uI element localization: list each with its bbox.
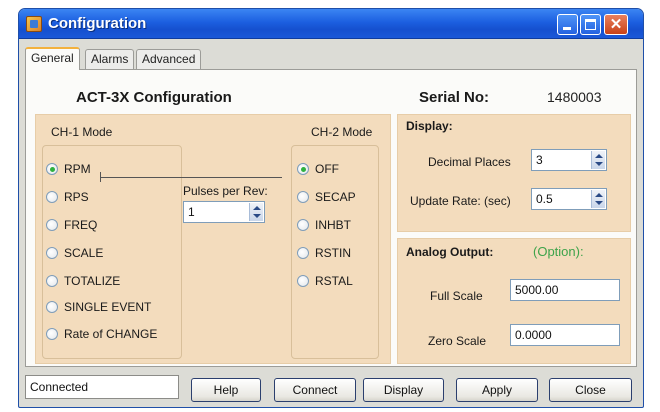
spin-up-icon [253, 206, 261, 210]
pulses-per-rev-value: 1 [188, 205, 195, 219]
option-note: (Option): [533, 244, 584, 259]
radio-icon [46, 275, 58, 287]
window-title: Configuration [48, 15, 147, 32]
ch1-radio-totalize[interactable]: TOTALIZE [46, 273, 120, 289]
ch1-radio-scale[interactable]: SCALE [46, 245, 103, 261]
ch2-radio-secap[interactable]: SECAP [297, 189, 356, 205]
radio-icon [46, 191, 58, 203]
radio-icon [297, 247, 309, 259]
analog-output-heading: Analog Output: [406, 245, 494, 259]
ch1-radio-rpm[interactable]: RPM [46, 161, 91, 177]
ch2-radio-off[interactable]: OFF [297, 161, 339, 177]
tab-alarms[interactable]: Alarms [85, 49, 135, 69]
full-scale-input[interactable]: 5000.00 [510, 279, 620, 301]
display-button[interactable]: Display [363, 378, 444, 402]
spin-up-icon [595, 193, 603, 197]
channel-mode-group: CH-1 Mode CH-2 Mode RPM RPS FREQ SCALE T… [35, 114, 391, 364]
radio-icon [297, 275, 309, 287]
serial-value: 1480003 [547, 89, 602, 105]
ch1-radio-single-event[interactable]: SINGLE EVENT [46, 299, 151, 315]
ch2-radio-rstin[interactable]: RSTIN [297, 245, 351, 261]
analog-output-group: Analog Output: (Option): Full Scale 5000… [397, 238, 631, 364]
apply-button[interactable]: Apply [456, 378, 538, 402]
pulses-per-rev-stepper[interactable]: 1 [183, 201, 265, 223]
maximize-button[interactable] [580, 14, 601, 35]
spin-down-icon [595, 201, 603, 205]
serial-label: Serial No: [419, 89, 490, 106]
spin-arrows[interactable] [249, 203, 263, 221]
decimal-places-stepper[interactable]: 3 [531, 149, 607, 171]
minimize-button[interactable] [557, 14, 578, 35]
display-group: Display: Decimal Places 3 Update Rate: (… [397, 114, 631, 232]
ch1-option-label: RPS [64, 190, 89, 204]
ch1-radio-freq[interactable]: FREQ [46, 217, 97, 233]
close-icon: ✕ [609, 16, 623, 33]
ch1-radio-rps[interactable]: RPS [46, 189, 89, 205]
update-rate-value: 0.5 [536, 192, 553, 206]
ch1-option-label: SCALE [64, 246, 104, 260]
title-bar[interactable]: Configuration ✕ [19, 9, 643, 39]
ch1-radio-rate-of-change[interactable]: Rate of CHANGE [46, 326, 157, 342]
spin-down-icon [253, 214, 261, 218]
config-title: ACT-3X Configuration [76, 89, 232, 106]
ch2-radio-inhbt[interactable]: INHBT [297, 217, 351, 233]
radio-icon [297, 191, 309, 203]
configuration-window: Configuration ✕ General Alarms Advanced … [18, 8, 644, 408]
close-button[interactable]: Close [549, 378, 632, 402]
spin-up-icon [595, 154, 603, 158]
radio-selected-icon [297, 163, 309, 175]
ch2-option-label: OFF [315, 162, 339, 176]
minimize-icon [563, 27, 571, 30]
ch1-mode-label: CH-1 Mode [51, 125, 113, 139]
pulses-per-rev-label: Pulses per Rev: [183, 184, 268, 198]
maximize-icon [585, 19, 596, 30]
ch2-option-label: SECAP [315, 190, 356, 204]
radio-selected-icon [46, 163, 58, 175]
update-rate-stepper[interactable]: 0.5 [531, 188, 607, 210]
zero-scale-label: Zero Scale [428, 334, 487, 348]
ch1-connector-tick [100, 172, 101, 182]
display-heading: Display: [406, 119, 453, 133]
radio-icon [46, 328, 58, 340]
ch2-radio-rstal[interactable]: RSTAL [297, 273, 353, 289]
close-window-button[interactable]: ✕ [604, 14, 628, 35]
zero-scale-input[interactable]: 0.0000 [510, 324, 620, 346]
full-scale-label: Full Scale [430, 289, 483, 303]
update-rate-label: Update Rate: (sec) [410, 194, 511, 208]
ch1-option-label: Rate of CHANGE [64, 327, 158, 341]
help-button[interactable]: Help [191, 378, 261, 402]
radio-icon [46, 247, 58, 259]
ch1-option-label: RPM [64, 162, 91, 176]
general-tab-panel: ACT-3X Configuration Serial No: 1480003 … [25, 69, 637, 367]
decimal-places-value: 3 [536, 153, 543, 167]
ch1-option-label: FREQ [64, 218, 98, 232]
ch1-option-label: TOTALIZE [64, 274, 121, 288]
ch2-mode-label: CH-2 Mode [311, 125, 373, 139]
radio-icon [46, 219, 58, 231]
connection-status: Connected [25, 375, 179, 399]
connect-button[interactable]: Connect [274, 378, 356, 402]
spin-arrows[interactable] [591, 190, 605, 208]
radio-icon [46, 301, 58, 313]
tab-advanced[interactable]: Advanced [136, 49, 202, 69]
decimal-places-label: Decimal Places [428, 155, 511, 169]
ch1-connector-line [100, 177, 282, 178]
radio-icon [297, 219, 309, 231]
ch2-option-label: RSTAL [315, 274, 353, 288]
ch2-option-label: INHBT [315, 218, 351, 232]
spin-arrows[interactable] [591, 151, 605, 169]
ch1-option-label: SINGLE EVENT [64, 300, 152, 314]
tab-general[interactable]: General [25, 47, 80, 70]
ch2-option-label: RSTIN [315, 246, 351, 260]
app-icon [26, 16, 42, 32]
spin-down-icon [595, 162, 603, 166]
